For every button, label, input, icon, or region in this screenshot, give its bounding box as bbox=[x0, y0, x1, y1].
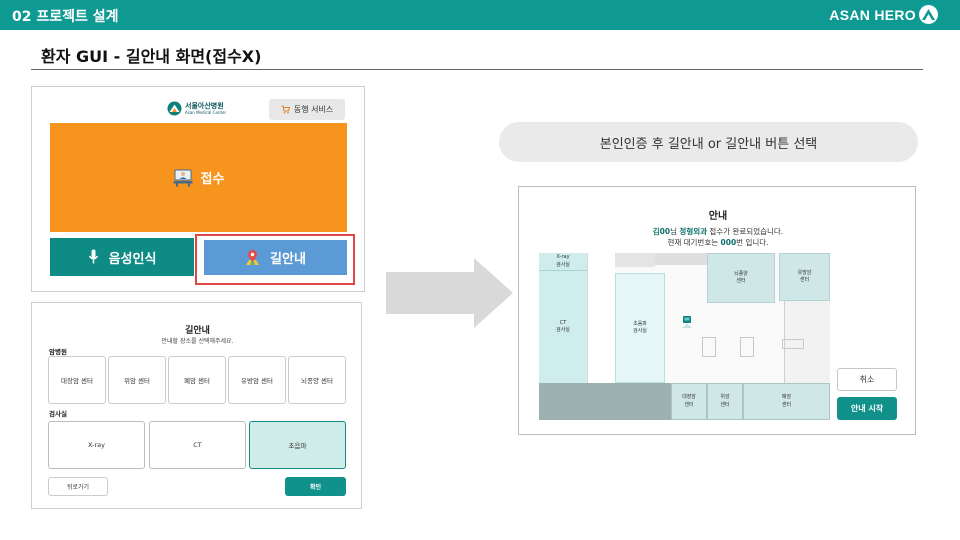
breast-cancer-center-button[interactable]: 유방암 센터 bbox=[228, 356, 286, 404]
title-divider bbox=[31, 69, 923, 70]
guide-button-highlight bbox=[195, 234, 355, 285]
map-pillar bbox=[782, 339, 804, 349]
reception-complete-text: 접수가 완료되었습니다. bbox=[709, 227, 784, 236]
kiosk-main-screen: 서울아산병원 Asan Medical Center 동행 서비스 접수 음성인… bbox=[31, 86, 365, 292]
room-label: 위암 bbox=[720, 394, 730, 400]
map-service-area bbox=[539, 383, 671, 420]
map-room-ultrasound: 초음파 검사실 bbox=[615, 273, 665, 383]
directory-title: 길안내 bbox=[185, 326, 210, 336]
honorific: 님 bbox=[670, 227, 678, 236]
room-label: 유방암 bbox=[797, 269, 812, 276]
top-bar: 02 프로젝트 설계 ASAN HERO bbox=[0, 0, 960, 30]
escort-service-label: 동행 서비스 bbox=[293, 105, 334, 114]
guide-panel-title: 안내 bbox=[708, 211, 728, 222]
lung-cancer-center-button[interactable]: 폐암 센터 bbox=[168, 356, 226, 404]
confirm-button[interactable]: 확인 bbox=[285, 477, 346, 496]
room-label: X-ray bbox=[556, 254, 570, 260]
map-wall-block bbox=[655, 253, 709, 265]
room-label: 대장암 bbox=[682, 394, 696, 400]
queue-line: 현재 대기번호는 000번 입니다. bbox=[519, 237, 917, 248]
room-label: 검사실 bbox=[556, 261, 570, 268]
start-guide-button[interactable]: 안내 시작 bbox=[837, 397, 897, 420]
map-room-stomach-cancer: 위암 센터 bbox=[707, 383, 743, 420]
map-room-brain-tumor: 뇌종양 센터 bbox=[707, 253, 775, 303]
room-label: 초음파 bbox=[633, 320, 647, 327]
cart-icon bbox=[281, 105, 290, 114]
brain-tumor-center-button[interactable]: 뇌종양 센터 bbox=[288, 356, 346, 404]
room-label: 센터 bbox=[736, 278, 746, 284]
map-room-xray: X-ray 검사실 bbox=[539, 253, 587, 270]
map-room-lung-cancer: 폐암 센터 bbox=[743, 383, 830, 420]
back-button[interactable]: 뒤로가기 bbox=[48, 477, 108, 496]
queue-number: 000 bbox=[720, 238, 737, 247]
guide-result-panel: 안내 김00님 정형외과 접수가 완료되었습니다. 현재 대기번호는 000번 … bbox=[518, 186, 916, 435]
ct-room-button[interactable]: CT bbox=[149, 421, 246, 469]
reception-desk-icon bbox=[173, 169, 193, 186]
queue-suffix: 번 입니다. bbox=[736, 238, 769, 247]
room-label: 센터 bbox=[781, 401, 792, 408]
brand-name: ASAN HERO bbox=[829, 7, 916, 23]
map-room-breast-cancer: 유방암 센터 bbox=[779, 253, 830, 301]
map-wall-block bbox=[615, 253, 655, 267]
floor-map: X-ray 검사실 CT 검사실 초음파 검사실 뇌종양 센터 유방암 센터 대… bbox=[539, 253, 830, 420]
kiosk-location-icon bbox=[682, 316, 692, 328]
map-corridor bbox=[587, 253, 615, 383]
hospital-logo-icon bbox=[167, 101, 182, 116]
exam-room-label: 검사실 bbox=[49, 410, 67, 418]
map-pillar bbox=[740, 337, 754, 357]
stomach-cancer-center-button[interactable]: 위암 센터 bbox=[108, 356, 166, 404]
room-label: 검사실 bbox=[556, 327, 570, 333]
room-label: CT bbox=[559, 319, 567, 326]
voice-recognition-label: 음성인식 bbox=[108, 251, 157, 267]
voice-recognition-button[interactable]: 음성인식 bbox=[50, 238, 194, 276]
hospital-subname: Asan Medical Center bbox=[185, 110, 227, 115]
cancer-hospital-label: 암병원 bbox=[49, 348, 67, 356]
room-label: 뇌종양 bbox=[734, 270, 748, 277]
escort-service-button[interactable]: 동행 서비스 bbox=[269, 99, 345, 120]
reception-label: 접수 bbox=[200, 172, 225, 187]
cancel-button[interactable]: 취소 bbox=[837, 368, 897, 391]
reception-status-line: 김00님 정형외과 접수가 완료되었습니다. bbox=[519, 226, 917, 237]
map-pillar bbox=[702, 337, 716, 357]
instruction-bubble: 본인인증 후 길안내 or 길안내 버튼 선택 bbox=[499, 122, 918, 162]
directory-subtitle: 안내할 장소를 선택해주세요. bbox=[161, 338, 234, 345]
room-label: 폐암 bbox=[781, 394, 792, 400]
brand-logo-icon bbox=[919, 5, 938, 24]
patient-name: 김00 bbox=[652, 227, 671, 236]
flow-arrow-icon bbox=[386, 258, 513, 328]
xray-room-button[interactable]: X-ray bbox=[48, 421, 145, 469]
queue-prefix: 현재 대기번호는 bbox=[667, 238, 719, 247]
page-title: 환자 GUI - 길안내 화면(접수X) bbox=[41, 47, 262, 66]
room-label: 검사실 bbox=[633, 328, 647, 334]
room-label: 센터 bbox=[799, 277, 810, 283]
section-label: 02 프로젝트 설계 bbox=[12, 9, 119, 25]
colon-cancer-center-button[interactable]: 대장암 센터 bbox=[48, 356, 106, 404]
microphone-icon bbox=[88, 249, 98, 264]
map-room-ct: CT 검사실 bbox=[539, 270, 587, 383]
reception-button[interactable]: 접수 bbox=[50, 123, 347, 232]
room-label: 센터 bbox=[684, 401, 694, 408]
ultrasound-room-button[interactable]: 초음파 bbox=[249, 421, 346, 469]
kiosk-guide-directory-screen: 길안내 안내할 장소를 선택해주세요. 암병원 대장암 센터 위암 센터 폐암 … bbox=[31, 302, 362, 509]
map-room-colon-cancer: 대장암 센터 bbox=[671, 383, 707, 420]
room-label: 센터 bbox=[720, 401, 730, 408]
department-name: 정형외과 bbox=[679, 227, 708, 236]
